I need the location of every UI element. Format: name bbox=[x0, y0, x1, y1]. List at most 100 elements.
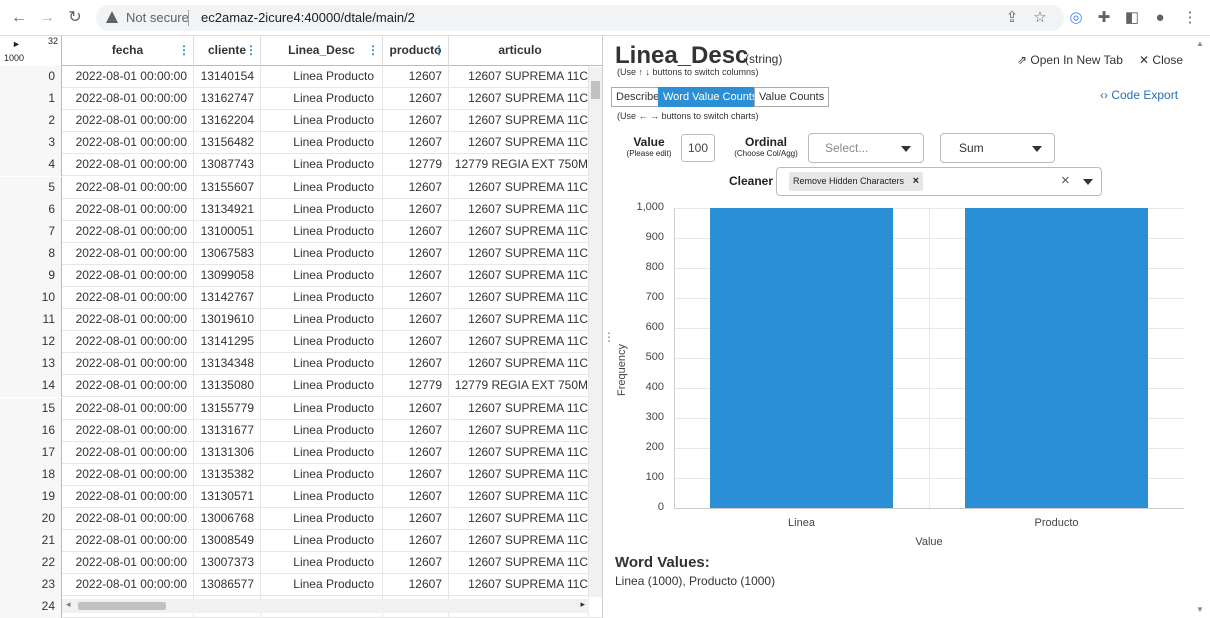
table-row[interactable]: 0 2022-08-01 00:00:00 13140154 Linea Produc… bbox=[0, 66, 602, 88]
cell-producto[interactable]: 12607 bbox=[383, 353, 449, 376]
cell-linea[interactable]: Linea Producto bbox=[261, 287, 383, 309]
clear-icon[interactable]: × bbox=[1061, 172, 1070, 189]
cell-cliente[interactable]: 13142767 bbox=[194, 287, 261, 309]
col-menu-icon[interactable]: ⋮ bbox=[245, 36, 257, 64]
cell-fecha[interactable]: 2022-08-01 00:00:00 bbox=[62, 508, 194, 530]
col-header-producto[interactable]: producto ⋮ bbox=[383, 36, 449, 66]
cell-articulo[interactable]: 12607 SUPREMA 11C bbox=[449, 287, 589, 309]
cell-producto[interactable]: 12607 bbox=[383, 441, 449, 464]
cell-linea[interactable]: Linea Producto bbox=[261, 132, 383, 155]
cell-cliente[interactable]: 13007373 bbox=[194, 552, 261, 575]
chevron-down-icon[interactable] bbox=[1083, 179, 1093, 185]
cell-producto[interactable]: 12779 bbox=[383, 375, 449, 398]
cell-articulo[interactable]: 12607 SUPREMA 11C bbox=[449, 198, 589, 221]
cell-cliente[interactable]: 13156482 bbox=[194, 132, 261, 155]
cell-articulo[interactable]: 12607 SUPREMA 11C bbox=[449, 176, 589, 199]
panel-scrollbar[interactable]: ▲ ▼ bbox=[1194, 36, 1206, 618]
reload-icon[interactable]: ↻ bbox=[65, 9, 85, 27]
cell-cliente[interactable]: 13019610 bbox=[194, 309, 261, 332]
cell-fecha[interactable]: 2022-08-01 00:00:00 bbox=[62, 552, 194, 575]
bar-linea[interactable] bbox=[709, 208, 894, 508]
table-row[interactable]: 16 2022-08-01 00:00:00 13131677 Linea Produ… bbox=[0, 419, 602, 442]
table-row[interactable]: 23 2022-08-01 00:00:00 13086577 Linea Produ… bbox=[0, 574, 602, 597]
cell-producto[interactable]: 12607 bbox=[383, 331, 449, 354]
table-row[interactable]: 13 2022-08-01 00:00:00 13134348 Linea Produ… bbox=[0, 353, 602, 376]
cell-producto[interactable]: 12607 bbox=[383, 508, 449, 530]
cell-articulo[interactable]: 12607 SUPREMA 11C bbox=[449, 309, 589, 332]
table-row[interactable]: 4 2022-08-01 00:00:00 13087743 Linea Produc… bbox=[0, 154, 602, 177]
cell-producto[interactable]: 12607 bbox=[383, 198, 449, 221]
cell-producto[interactable]: 12779 bbox=[383, 154, 449, 177]
cell-linea[interactable]: Linea Producto bbox=[261, 353, 383, 376]
kebab-menu-icon[interactable]: ⋮ bbox=[1180, 9, 1200, 27]
cell-fecha[interactable]: 2022-08-01 00:00:00 bbox=[62, 242, 194, 265]
cell-fecha[interactable]: 2022-08-01 00:00:00 bbox=[62, 353, 194, 376]
col-menu-icon[interactable]: ⋮ bbox=[178, 36, 190, 64]
cell-fecha[interactable]: 2022-08-01 00:00:00 bbox=[62, 220, 194, 243]
col-header-articulo[interactable]: articulo bbox=[449, 36, 591, 66]
table-row[interactable]: 9 2022-08-01 00:00:00 13099058 Linea Produc… bbox=[0, 264, 602, 287]
cell-linea[interactable]: Linea Producto bbox=[261, 530, 383, 553]
cell-linea[interactable]: Linea Producto bbox=[261, 441, 383, 464]
cell-fecha[interactable]: 2022-08-01 00:00:00 bbox=[62, 574, 194, 597]
table-row[interactable]: 22 2022-08-01 00:00:00 13007373 Linea Produ… bbox=[0, 552, 602, 575]
cell-linea[interactable]: Linea Producto bbox=[261, 508, 383, 530]
cell-articulo[interactable]: 12607 SUPREMA 11C bbox=[449, 331, 589, 354]
cell-fecha[interactable]: 2022-08-01 00:00:00 bbox=[62, 287, 194, 309]
cell-linea[interactable]: Linea Producto bbox=[261, 154, 383, 177]
aggregation-select[interactable]: Sum bbox=[940, 133, 1055, 163]
cell-linea[interactable]: Linea Producto bbox=[261, 419, 383, 442]
back-icon[interactable]: ← bbox=[9, 9, 29, 27]
cell-articulo[interactable]: 12607 SUPREMA 11C bbox=[449, 88, 589, 111]
cell-articulo[interactable]: 12607 SUPREMA 11C bbox=[449, 110, 589, 133]
cell-articulo[interactable]: 12607 SUPREMA 11C bbox=[449, 574, 589, 597]
table-row[interactable]: 10 2022-08-01 00:00:00 13142767 Linea Produ… bbox=[0, 287, 602, 309]
col-menu-icon[interactable]: ⋮ bbox=[433, 36, 445, 64]
extension-circle-icon[interactable]: ◎ bbox=[1066, 9, 1086, 27]
table-row[interactable]: 19 2022-08-01 00:00:00 13130571 Linea Produ… bbox=[0, 485, 602, 508]
cell-cliente[interactable]: 13008549 bbox=[194, 530, 261, 553]
cell-cliente[interactable]: 13086577 bbox=[194, 574, 261, 597]
cell-cliente[interactable]: 13140154 bbox=[194, 66, 261, 88]
table-row[interactable]: 14 2022-08-01 00:00:00 13135080 Linea Produ… bbox=[0, 375, 602, 398]
cell-producto[interactable]: 12607 bbox=[383, 552, 449, 575]
cell-cliente[interactable]: 13067583 bbox=[194, 242, 261, 265]
cell-fecha[interactable]: 2022-08-01 00:00:00 bbox=[62, 198, 194, 221]
col-header-cliente[interactable]: cliente ⋮ bbox=[194, 36, 261, 66]
cell-articulo[interactable]: 12607 SUPREMA 11C bbox=[449, 66, 589, 88]
col-header-linea-desc[interactable]: Linea_Desc ⋮ bbox=[261, 36, 383, 66]
cell-producto[interactable]: 12607 bbox=[383, 287, 449, 309]
table-row[interactable]: 21 2022-08-01 00:00:00 13008549 Linea Produ… bbox=[0, 530, 602, 553]
cell-linea[interactable]: Linea Producto bbox=[261, 375, 383, 398]
cell-producto[interactable]: 12607 bbox=[383, 242, 449, 265]
scroll-right-icon[interactable]: ▸ bbox=[580, 599, 585, 610]
table-row[interactable]: 20 2022-08-01 00:00:00 13006768 Linea Produ… bbox=[0, 508, 602, 530]
cell-linea[interactable]: Linea Producto bbox=[261, 198, 383, 221]
cell-cliente[interactable]: 13135382 bbox=[194, 463, 261, 486]
cell-articulo[interactable]: 12607 SUPREMA 11C bbox=[449, 242, 589, 265]
cell-fecha[interactable]: 2022-08-01 00:00:00 bbox=[62, 176, 194, 199]
cell-producto[interactable]: 12607 bbox=[383, 66, 449, 88]
cell-producto[interactable]: 12607 bbox=[383, 176, 449, 199]
col-menu-icon[interactable]: ⋮ bbox=[367, 36, 379, 64]
cell-articulo[interactable]: 12779 REGIA EXT 750M bbox=[449, 154, 589, 177]
table-row[interactable]: 3 2022-08-01 00:00:00 13156482 Linea Produc… bbox=[0, 132, 602, 155]
cell-articulo[interactable]: 12607 SUPREMA 11C bbox=[449, 264, 589, 287]
cell-producto[interactable]: 12607 bbox=[383, 485, 449, 508]
scroll-left-icon[interactable]: ◂ bbox=[66, 599, 71, 610]
star-icon[interactable]: ☆ bbox=[1030, 9, 1050, 27]
col-header-fecha[interactable]: fecha ⋮ bbox=[62, 36, 194, 66]
cell-articulo[interactable]: 12779 REGIA EXT 750M bbox=[449, 375, 589, 398]
cell-linea[interactable]: Linea Producto bbox=[261, 176, 383, 199]
cell-fecha[interactable]: 2022-08-01 00:00:00 bbox=[62, 485, 194, 508]
cell-articulo[interactable]: 12607 SUPREMA 11C bbox=[449, 463, 589, 486]
cell-linea[interactable]: Linea Producto bbox=[261, 88, 383, 111]
h-scrollbar-thumb[interactable] bbox=[78, 602, 166, 610]
table-row[interactable]: 11 2022-08-01 00:00:00 13019610 Linea Produ… bbox=[0, 309, 602, 332]
cell-fecha[interactable]: 2022-08-01 00:00:00 bbox=[62, 154, 194, 177]
cell-fecha[interactable]: 2022-08-01 00:00:00 bbox=[62, 441, 194, 464]
cell-articulo[interactable]: 12607 SUPREMA 11C bbox=[449, 508, 589, 530]
cell-producto[interactable]: 12607 bbox=[383, 264, 449, 287]
cell-cliente[interactable]: 13006768 bbox=[194, 508, 261, 530]
cell-linea[interactable]: Linea Producto bbox=[261, 110, 383, 133]
